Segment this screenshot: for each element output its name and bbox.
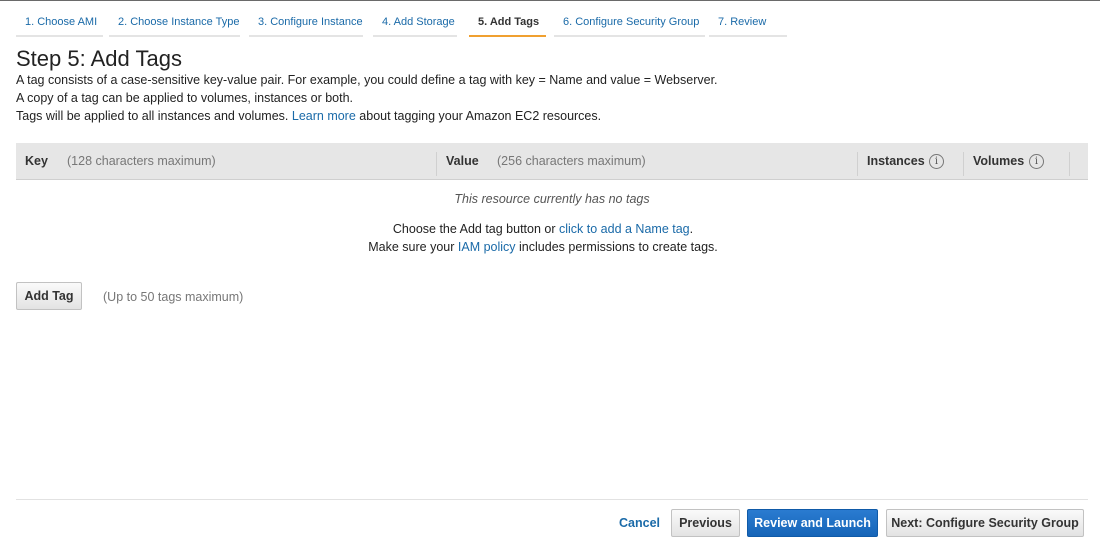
add-tag-instruction-suffix: .: [689, 222, 694, 236]
instances-column-header: Instances: [867, 154, 925, 168]
cancel-link[interactable]: Cancel: [619, 516, 660, 530]
column-divider: [857, 152, 858, 176]
iam-note-prefix: Make sure your: [368, 240, 455, 254]
next-configure-security-group-button[interactable]: Next: Configure Security Group: [886, 509, 1084, 537]
step-review[interactable]: 7. Review: [709, 8, 787, 37]
key-column-hint: (128 characters maximum): [67, 154, 216, 168]
key-column-header: Key: [25, 154, 48, 168]
value-column-hint: (256 characters maximum): [497, 154, 646, 168]
step-choose-ami[interactable]: 1. Choose AMI: [16, 8, 103, 37]
volumes-column-header: Volumes: [973, 154, 1025, 168]
footer-divider: [16, 499, 1088, 500]
description-line-3-prefix: Tags will be applied to all instances an…: [16, 109, 289, 123]
tags-table-header: Key (128 characters maximum) Value (256 …: [16, 143, 1088, 180]
step-add-storage[interactable]: 4. Add Storage: [373, 8, 457, 37]
iam-note-suffix: includes permissions to create tags.: [519, 240, 718, 254]
iam-policy-link[interactable]: IAM policy: [458, 240, 516, 254]
step-add-tags[interactable]: 5. Add Tags: [469, 8, 546, 37]
add-name-tag-link[interactable]: click to add a Name tag: [559, 222, 690, 236]
volumes-info-icon[interactable]: i: [1029, 154, 1044, 169]
step-configure-security-group[interactable]: 6. Configure Security Group: [554, 8, 705, 37]
page-title: Step 5: Add Tags: [16, 46, 182, 71]
add-tag-instruction-prefix: Choose the Add tag button or: [392, 222, 556, 236]
learn-more-link[interactable]: Learn more: [292, 109, 356, 123]
tag-limit-hint: (Up to 50 tags maximum): [103, 290, 244, 304]
review-and-launch-button[interactable]: Review and Launch: [747, 509, 878, 537]
column-divider: [1069, 152, 1070, 176]
empty-tags-message: This resource currently has no tags: [454, 192, 650, 206]
instances-info-icon[interactable]: i: [929, 154, 944, 169]
description-line-3-suffix: about tagging your Amazon EC2 resources.: [359, 109, 602, 123]
add-tag-instruction: Choose the Add tag button or click to ad…: [16, 222, 1070, 236]
value-column-header: Value: [446, 154, 479, 168]
column-divider: [436, 152, 437, 176]
step-choose-instance-type[interactable]: 2. Choose Instance Type: [109, 8, 240, 37]
description-line-3: Tags will be applied to all instances an…: [16, 109, 601, 123]
step-configure-instance[interactable]: 3. Configure Instance: [249, 8, 363, 37]
add-tag-button[interactable]: Add Tag: [16, 282, 82, 310]
description-line-2: A copy of a tag can be applied to volume…: [16, 91, 354, 105]
iam-permission-note: Make sure your IAM policy includes permi…: [16, 240, 1070, 254]
column-divider: [963, 152, 964, 176]
previous-button[interactable]: Previous: [671, 509, 740, 537]
top-border: [0, 0, 1100, 1]
description-line-1: A tag consists of a case-sensitive key-v…: [16, 73, 718, 87]
